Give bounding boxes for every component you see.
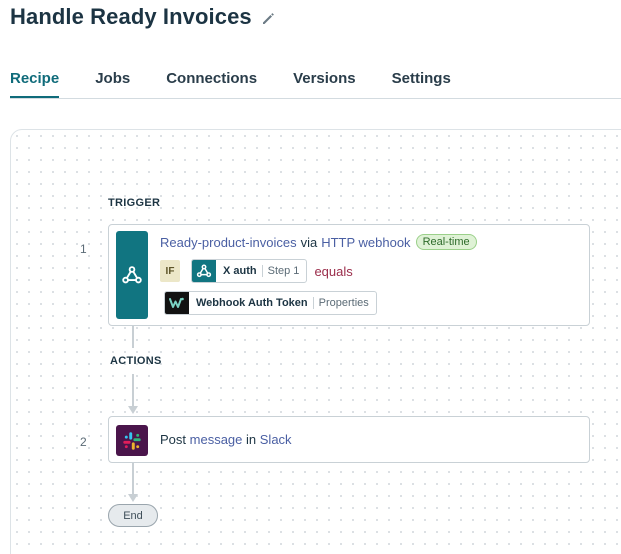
end-node: End (108, 504, 158, 527)
condition-operator: equals (314, 263, 353, 279)
action-step-card[interactable]: Post message in Slack (108, 416, 590, 463)
condition-value-pill[interactable]: Webhook Auth Token Properties (164, 291, 377, 315)
condition-field-label: X auth (223, 265, 257, 277)
slack-icon (116, 425, 148, 456)
actions-section-label: ACTIONS (110, 355, 162, 367)
action-verb: Post (160, 432, 187, 447)
trigger-condition-value: Webhook Auth Token Properties (164, 291, 377, 315)
title-row: Handle Ready Invoices (10, 4, 275, 30)
pencil-icon[interactable] (262, 12, 275, 25)
recipe-canvas[interactable] (10, 129, 621, 554)
action-preposition: in (246, 432, 257, 447)
webhook-icon (192, 260, 216, 282)
connector-line (132, 326, 134, 348)
condition-field-step: Step 1 (261, 265, 307, 277)
realtime-badge: Real-time (415, 234, 477, 250)
step-number-2: 2 (80, 435, 87, 449)
tab-jobs[interactable]: Jobs (95, 70, 130, 99)
trigger-condition: IF X auth Step 1 equals (160, 259, 353, 283)
trigger-section-label: TRIGGER (108, 197, 161, 209)
tabs-divider (10, 98, 621, 99)
trigger-step-card[interactable]: Ready-product-invoices via HTTP webhook … (108, 224, 590, 326)
connector-arrow (128, 406, 138, 414)
page-title: Handle Ready Invoices (10, 4, 252, 29)
action-object-link[interactable]: message (190, 432, 243, 447)
trigger-summary: Ready-product-invoices via HTTP webhook … (160, 234, 477, 250)
condition-field-pill[interactable]: X auth Step 1 (191, 259, 308, 283)
tab-connections[interactable]: Connections (166, 70, 257, 99)
recipe-tabs: Recipe Jobs Connections Versions Setting… (10, 70, 487, 99)
workato-icon (165, 292, 189, 314)
action-summary: Post message in Slack (160, 432, 292, 447)
webhook-icon (116, 231, 148, 319)
condition-value-label: Webhook Auth Token (196, 297, 308, 309)
step-number-1: 1 (80, 242, 87, 256)
tab-recipe[interactable]: Recipe (10, 70, 60, 99)
connector-line (132, 374, 134, 408)
trigger-via-text: via (300, 234, 318, 250)
if-badge: IF (160, 260, 180, 282)
connector-line (132, 463, 134, 496)
condition-value-source: Properties (312, 297, 376, 309)
trigger-app-link[interactable]: HTTP webhook (321, 235, 410, 250)
action-app-link[interactable]: Slack (260, 432, 292, 447)
trigger-event-link[interactable]: Ready-product-invoices (160, 235, 297, 250)
tab-settings[interactable]: Settings (392, 70, 451, 99)
connector-arrow (128, 494, 138, 502)
tab-versions[interactable]: Versions (293, 70, 356, 99)
